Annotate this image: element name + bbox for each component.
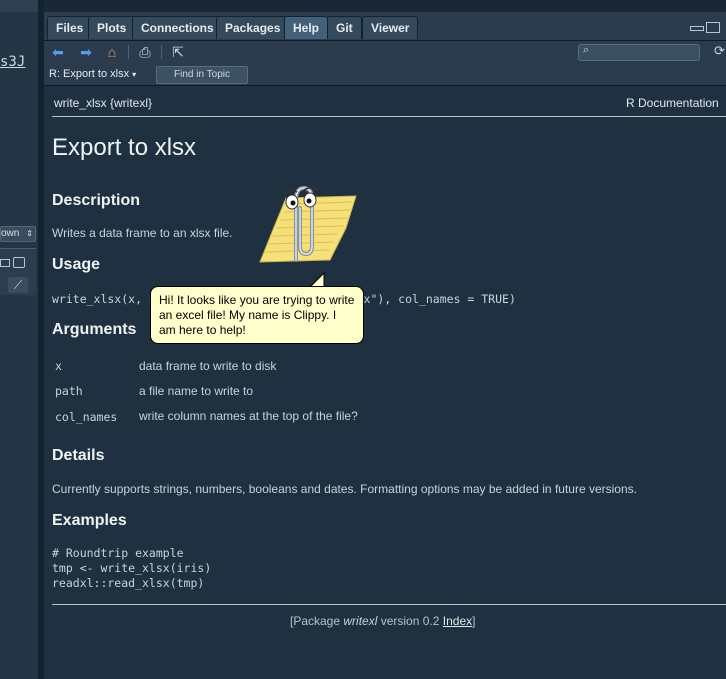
- open-in-window-icon[interactable]: ⇱: [170, 44, 186, 60]
- print-icon[interactable]: ⎙: [137, 44, 153, 60]
- package-footer: [Package writexl version 0.2 Index]: [290, 614, 475, 628]
- left-dropdown-label: own: [1, 228, 20, 239]
- tab-packages[interactable]: Packages: [216, 16, 290, 39]
- tab-plots[interactable]: Plots: [88, 16, 136, 39]
- clippy-speech-bubble[interactable]: Hi! It looks like you are trying to writ…: [150, 286, 364, 344]
- refresh-icon[interactable]: ⟳: [714, 44, 726, 58]
- doc-header-topic: write_xlsx {writexl}: [54, 96, 153, 110]
- argument-name: col_names: [55, 410, 118, 424]
- footer-prefix: [Package: [290, 614, 344, 628]
- tab-git[interactable]: Git: [327, 16, 362, 39]
- toolbar-separator: [128, 45, 129, 59]
- footer-suffix: ]: [472, 614, 476, 628]
- description-text: Writes a data frame to an xlsx file.: [52, 226, 233, 240]
- back-arrow-icon[interactable]: ⬅: [50, 44, 66, 60]
- clippy-paperclip-icon[interactable]: [276, 180, 326, 264]
- footer-package-name: writexl: [343, 614, 378, 628]
- help-content: write_xlsx {writexl} R Documentation Exp…: [44, 86, 726, 679]
- tab-help[interactable]: Help: [284, 16, 329, 39]
- details-heading: Details: [52, 447, 105, 464]
- description-heading: Description: [52, 192, 141, 209]
- help-search-input[interactable]: [597, 45, 695, 58]
- argument-name: x: [55, 359, 62, 373]
- chevron-down-icon: ▾: [132, 70, 137, 79]
- minimize-icon[interactable]: [0, 259, 10, 267]
- find-in-topic-button[interactable]: Find in Topic: [156, 66, 248, 84]
- toolbar-separator: [161, 45, 162, 59]
- footer-rule: [52, 604, 726, 605]
- updown-icon: ⇕: [26, 229, 33, 238]
- argument-description: write column names at the top of the fil…: [139, 409, 358, 423]
- tab-connections[interactable]: Connections: [132, 16, 223, 39]
- example-line: tmp <- write_xlsx(iris): [52, 561, 212, 575]
- maximize-pane-icon[interactable]: [706, 22, 720, 33]
- argument-description: a file name to write to: [139, 384, 254, 398]
- topic-dropdown[interactable]: R: Export to xlsx ▾: [49, 66, 136, 82]
- argument-description: data frame to write to disk: [139, 359, 277, 373]
- help-search-box[interactable]: ⌕: [578, 44, 700, 61]
- example-line: # Roundtrip example: [52, 546, 184, 560]
- usage-heading: Usage: [52, 256, 101, 273]
- home-icon[interactable]: ⌂: [104, 44, 120, 60]
- help-toolbar: ⬅ ➡ ⌂ ⎙ ⇱ ⌕ ⟳: [44, 41, 726, 63]
- argument-name: path: [55, 384, 83, 398]
- maximize-icon[interactable]: [13, 257, 25, 268]
- code-fragment: s3J: [0, 54, 26, 70]
- footer-version: version 0.2: [377, 614, 443, 628]
- pane-tabs: Files Plots Connections Packages Help Gi…: [44, 12, 726, 41]
- broom-icon[interactable]: ⟋: [8, 277, 28, 293]
- help-pane: Files Plots Connections Packages Help Gi…: [44, 12, 726, 679]
- index-link[interactable]: Index: [443, 614, 472, 628]
- tab-files[interactable]: Files: [47, 16, 93, 39]
- arguments-heading: Arguments: [52, 321, 137, 338]
- lower-left-pane: ⟋: [0, 248, 36, 295]
- doc-header-source: R Documentation: [626, 96, 719, 110]
- forward-arrow-icon[interactable]: ➡: [78, 44, 94, 60]
- minimize-pane-icon[interactable]: [690, 26, 704, 31]
- topic-dropdown-label: R: Export to xlsx: [49, 68, 130, 80]
- topic-toolbar: R: Export to xlsx ▾ Find in Topic: [44, 63, 726, 86]
- left-dropdown[interactable]: own ⇕: [0, 226, 36, 242]
- examples-heading: Examples: [52, 512, 127, 529]
- tab-viewer[interactable]: Viewer: [362, 16, 419, 39]
- details-text: Currently supports strings, numbers, boo…: [52, 482, 637, 496]
- top-pane-edge: [44, 0, 726, 12]
- left-pane-strip: s3J own ⇕ ⟋: [0, 0, 38, 679]
- header-rule: [52, 116, 726, 117]
- example-line: readxl::read_xlsx(tmp): [52, 576, 205, 590]
- search-icon: ⌕: [583, 44, 590, 56]
- left-pane-topbar: [0, 0, 38, 12]
- page-title: Export to xlsx: [52, 134, 197, 161]
